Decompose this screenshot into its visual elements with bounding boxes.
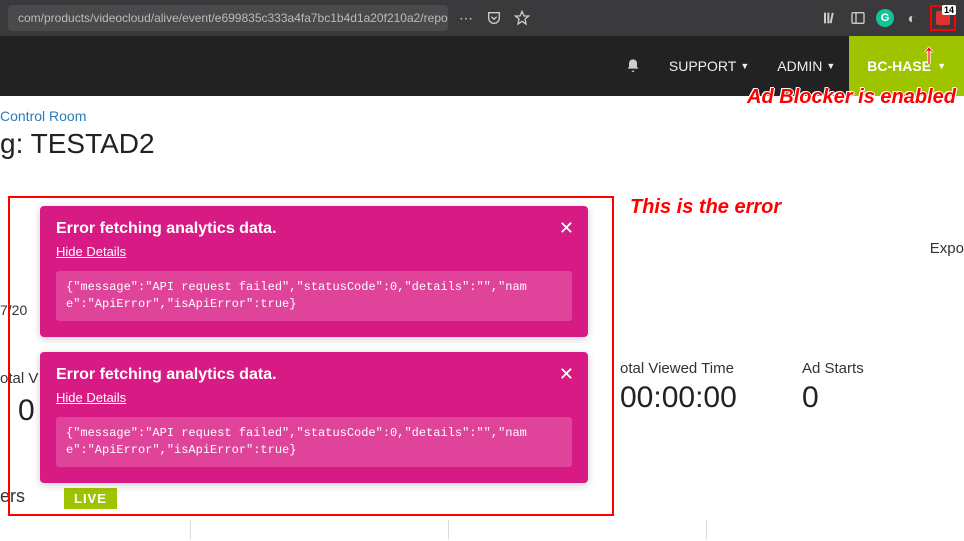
toast-details: {"message":"API request failed","statusC… (56, 271, 572, 321)
close-icon[interactable]: ✕ (559, 218, 574, 239)
url-text: com/products/videocloud/alive/event/e699… (18, 11, 448, 25)
adblock-count-badge: 14 (942, 5, 956, 15)
stat-label: Ad Starts (802, 360, 944, 377)
more-icon[interactable]: ⋯ (456, 8, 476, 28)
annotation-arrow: ↑ (922, 38, 936, 70)
toast-title: Error fetching analytics data. (56, 220, 572, 238)
hide-details-link[interactable]: Hide Details (56, 244, 126, 259)
error-toast: ✕ Error fetching analytics data. Hide De… (40, 206, 588, 337)
bell-icon (625, 58, 641, 74)
extension-icon[interactable]: ◐ (902, 8, 922, 28)
stat-value: 0 (802, 381, 944, 415)
stat-ad-starts: Ad Starts 0 (782, 360, 964, 415)
pocket-icon[interactable] (484, 8, 504, 28)
chevron-down-icon: ▼ (740, 61, 749, 71)
table-header-row (0, 520, 964, 540)
error-toast: ✕ Error fetching analytics data. Hide De… (40, 352, 588, 483)
stat-value: 00:00:00 (620, 381, 762, 415)
star-icon[interactable] (512, 8, 532, 28)
browser-address-bar: com/products/videocloud/alive/event/e699… (0, 0, 964, 36)
annotation-error: This is the error (630, 196, 781, 219)
chevron-down-icon: ▼ (937, 61, 946, 71)
close-icon[interactable]: ✕ (559, 364, 574, 385)
library-icon[interactable] (820, 8, 840, 28)
grammarly-icon[interactable]: G (876, 9, 894, 27)
url-input[interactable]: com/products/videocloud/alive/event/e699… (8, 5, 448, 31)
hide-details-link[interactable]: Hide Details (56, 390, 126, 405)
stat-viewed-time: otal Viewed Time 00:00:00 (600, 360, 782, 415)
stat-label: otal Viewed Time (620, 360, 762, 377)
page-content: Control Room g: TESTAD2 (0, 96, 964, 160)
export-button[interactable]: Expo (930, 240, 964, 257)
sidebar-icon[interactable] (848, 8, 868, 28)
page-title: g: TESTAD2 (0, 128, 964, 160)
adblock-icon[interactable]: 14 (930, 5, 956, 31)
breadcrumb-link[interactable]: Control Room (0, 108, 964, 124)
chevron-down-icon: ▼ (826, 61, 835, 71)
notifications-button[interactable] (611, 36, 655, 96)
support-label: SUPPORT (669, 58, 736, 74)
toast-title: Error fetching analytics data. (56, 366, 572, 384)
toast-details: {"message":"API request failed","statusC… (56, 417, 572, 467)
admin-label: ADMIN (777, 58, 822, 74)
